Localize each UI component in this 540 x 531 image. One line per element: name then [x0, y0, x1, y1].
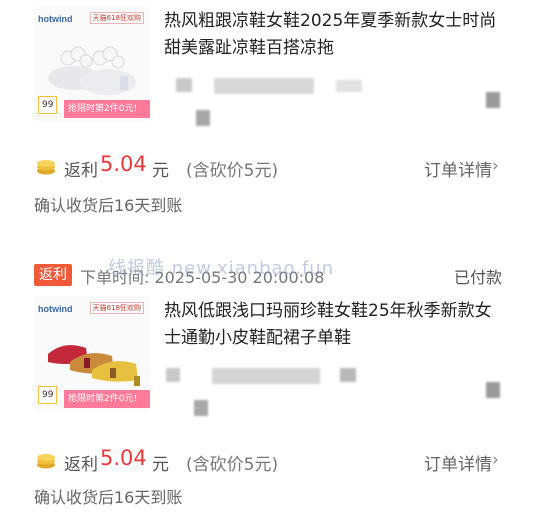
rebate-unit: 元: [152, 455, 169, 475]
coin-stack-icon: [37, 454, 55, 469]
redacted-spec: [340, 368, 356, 382]
rebate-unit: 元: [152, 161, 169, 181]
product-title[interactable]: 热风低跟浅口玛丽珍鞋女鞋25年秋季新款女士通勤小皮鞋配裙子单鞋: [164, 298, 504, 352]
order-header: 返利 下单时间: 2025-05-30 20:00:08 已付款 线报酷 new…: [0, 258, 540, 288]
chevron-right-icon[interactable]: ›: [492, 156, 499, 176]
settlement-note: 确认收货后16天到账: [34, 196, 183, 215]
product-thumbnail[interactable]: hotwind 天猫618狂欢购 99 抢限时第2件0元!: [34, 296, 150, 412]
order-detail-link[interactable]: 订单详情: [424, 156, 492, 181]
redacted-price: [196, 110, 210, 126]
chevron-right-icon[interactable]: ›: [492, 450, 499, 470]
rebate-row: 返利 5.04 元 (含砍价5元) 订单详情 ›: [0, 152, 540, 184]
promo-banner: 抢限时第2件0元!: [64, 390, 150, 408]
settlement-note: 确认收货后16天到账: [34, 488, 183, 507]
watermark: 线报酷 new.xianbao.fun: [108, 258, 335, 279]
product-title[interactable]: 热风粗跟凉鞋女鞋2025年夏季新款女士时尚甜美露趾凉鞋百搭凉拖: [164, 8, 504, 62]
order-status: 已付款: [454, 268, 503, 287]
redacted-spec: [336, 80, 362, 92]
redacted-qty: [486, 92, 500, 108]
redacted-spec: [176, 78, 192, 92]
redacted-spec: [166, 368, 180, 382]
redacted-spec: [214, 78, 314, 94]
redacted-price: [194, 400, 208, 416]
price-tag: 99: [38, 96, 58, 114]
price-tag: 99: [38, 386, 58, 404]
promo-banner: 抢限时第2件0元!: [64, 100, 150, 118]
order-detail-link[interactable]: 订单详情: [424, 450, 492, 475]
redacted-spec: [212, 368, 320, 384]
rebate-row: 返利 5.04 元 (含砍价5元) 订单详情 ›: [0, 446, 540, 478]
rebate-amount: 5.04: [100, 152, 147, 176]
bargain-note: (含砍价5元): [186, 161, 279, 181]
rebate-label: 返利: [64, 161, 98, 181]
rebate-amount: 5.04: [100, 446, 147, 470]
redacted-qty: [486, 382, 500, 398]
rebate-label: 返利: [64, 455, 98, 475]
coin-stack-icon: [37, 160, 55, 175]
rebate-badge: 返利: [34, 264, 72, 286]
bargain-note: (含砍价5元): [186, 455, 279, 475]
product-thumbnail[interactable]: hotwind 天猫618狂欢购 99 抢限时第2件0元!: [34, 6, 150, 122]
